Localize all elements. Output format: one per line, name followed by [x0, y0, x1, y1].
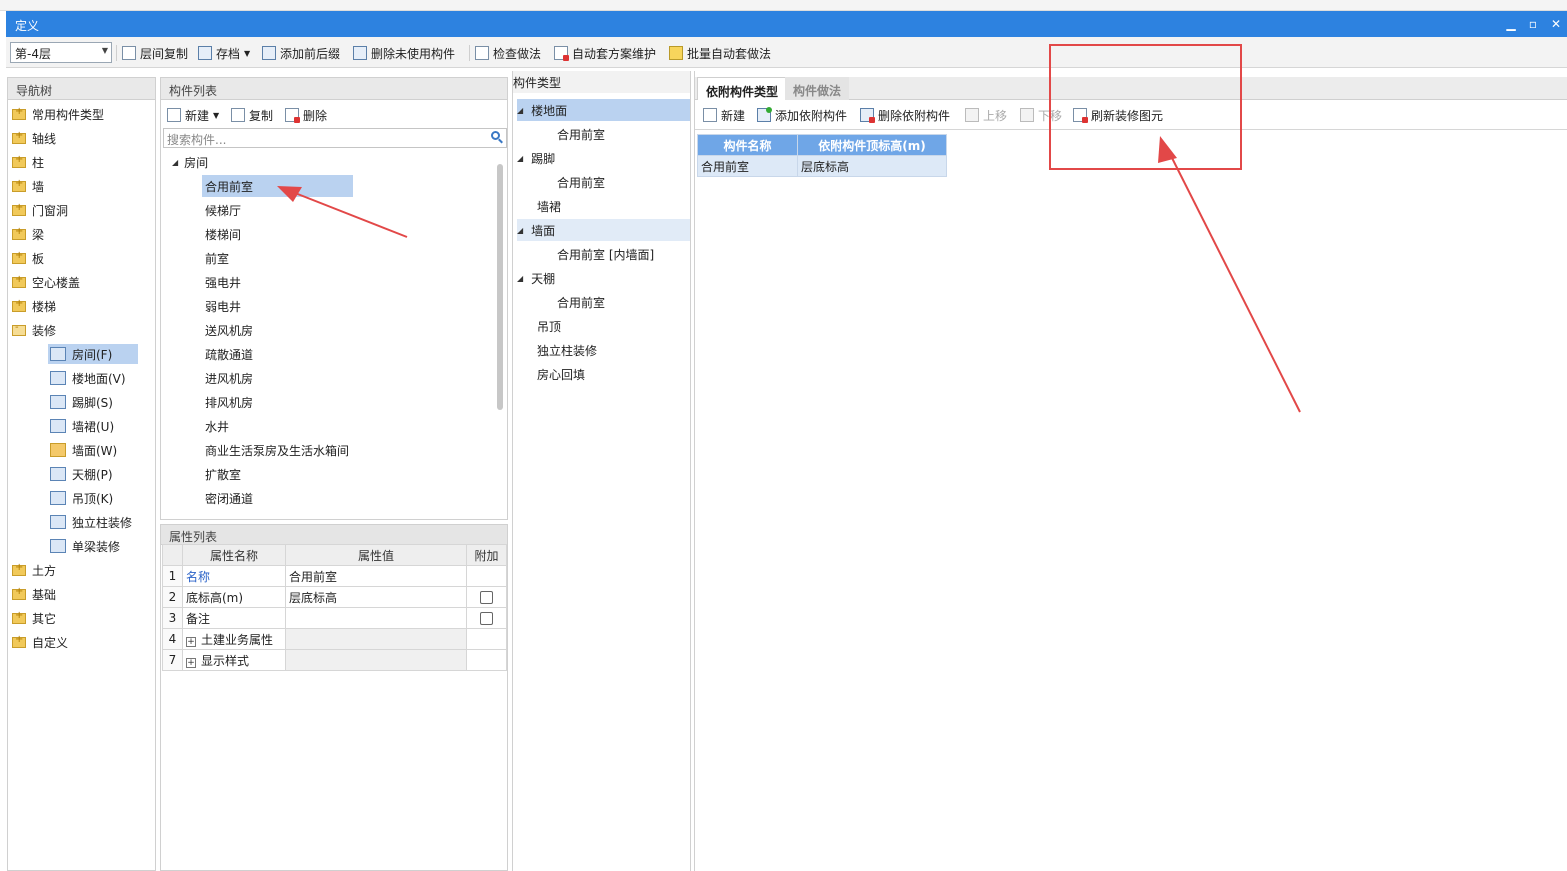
annotation-arrows [277, 136, 1301, 413]
annotation-arrow-head [1158, 136, 1177, 163]
annotation-arrow-line [289, 190, 408, 238]
annotation-arrow-line [1167, 149, 1301, 413]
